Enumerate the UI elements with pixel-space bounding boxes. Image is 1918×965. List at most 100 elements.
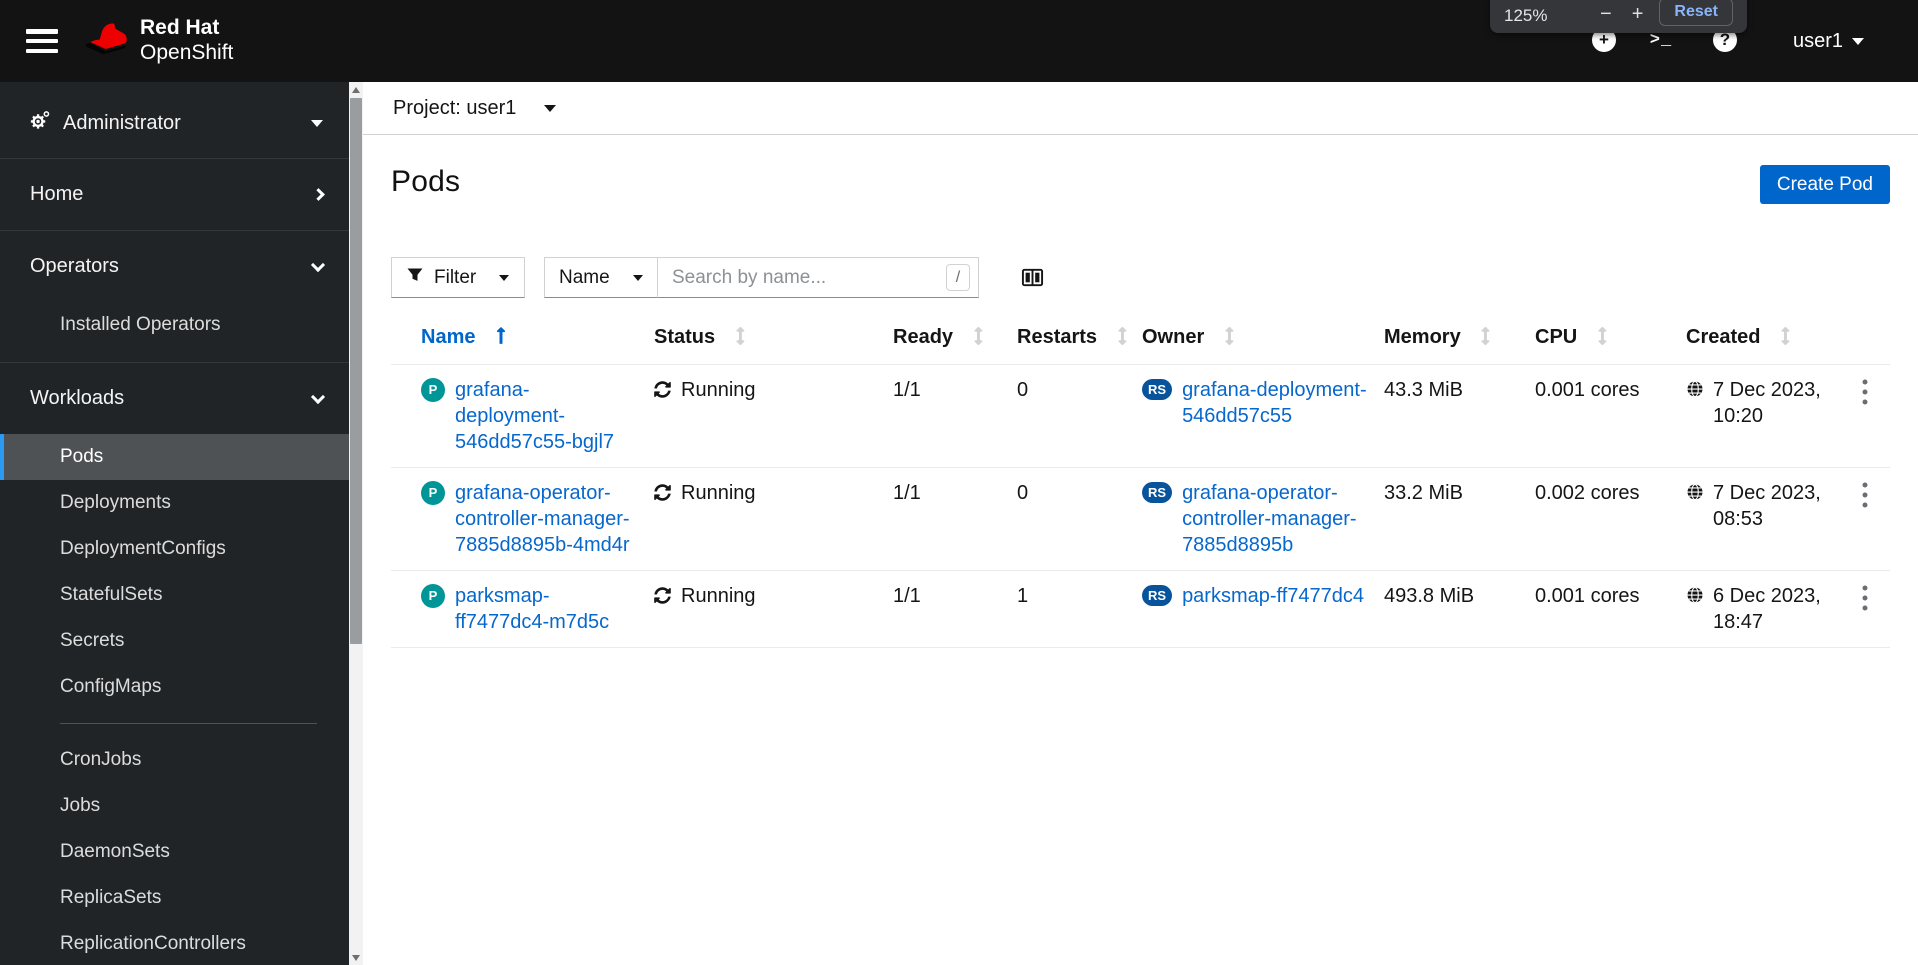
sidebar-item-deploymentconfigs[interactable]: DeploymentConfigs — [0, 526, 349, 572]
sidebar-item-secrets[interactable]: Secrets — [0, 618, 349, 664]
sidebar-item-jobs[interactable]: Jobs — [0, 783, 349, 829]
filter-funnel-icon — [407, 267, 423, 289]
restarts-value: 0 — [1017, 379, 1029, 401]
zoom-reset-button[interactable]: Reset — [1659, 0, 1733, 26]
globe-timestamp-icon — [1686, 480, 1704, 508]
sidebar-group-operators[interactable]: Operators — [0, 231, 349, 302]
status-text: Running — [681, 379, 756, 401]
search-field-wrap: / — [657, 257, 979, 298]
manage-columns-button[interactable] — [1021, 266, 1044, 289]
column-header-actions — [1848, 318, 1890, 365]
filter-dropdown[interactable]: Filter — [391, 257, 525, 298]
browser-zoom-bubble: 125% − + Reset — [1490, 0, 1747, 33]
scrollbar-thumb[interactable] — [350, 98, 362, 644]
sidebar-item-daemonsets[interactable]: DaemonSets — [0, 829, 349, 875]
ready-value: 1/1 — [893, 482, 921, 504]
created-value: 7 Dec 2023, 10:20 — [1713, 379, 1821, 427]
sort-arrow-up-icon — [496, 326, 506, 351]
create-pod-button[interactable]: Create Pod — [1759, 165, 1890, 204]
sidebar-item-pods[interactable]: Pods — [0, 434, 349, 480]
filter-label: Filter — [434, 266, 477, 288]
nav-toggle-icon[interactable] — [26, 29, 58, 53]
redhat-fedora-icon — [82, 22, 129, 60]
pod-badge: P — [421, 378, 445, 402]
chevron-down-icon — [499, 274, 509, 281]
gear-icon — [28, 109, 51, 138]
filter-toolbar: Filter Name / — [391, 257, 1890, 298]
sidebar-group-workloads[interactable]: Workloads — [0, 363, 349, 434]
openshift-logo[interactable]: Red Hat OpenShift — [82, 16, 233, 66]
brand-text: Red Hat OpenShift — [140, 16, 233, 66]
cpu-value: 0.001 cores — [1535, 585, 1640, 607]
sidebar-item-home[interactable]: Home — [0, 159, 349, 230]
user-menu[interactable]: user1 — [1793, 0, 1865, 82]
pod-badge: P — [421, 584, 445, 608]
sort-both-icon — [1118, 326, 1127, 351]
sort-both-icon — [736, 326, 745, 351]
zoom-out-button[interactable]: − — [1590, 3, 1622, 26]
sort-both-icon — [1225, 326, 1234, 351]
sidebar-item-replicationcontrollers[interactable]: ReplicationControllers — [0, 921, 349, 965]
restarts-value: 0 — [1017, 482, 1029, 504]
restarts-value: 1 — [1017, 585, 1029, 607]
memory-value: 33.2 MiB — [1384, 482, 1463, 504]
project-label: Project: user1 — [393, 96, 517, 119]
owner-link[interactable]: grafana-operator-controller-manager-7885… — [1182, 480, 1368, 558]
zoom-in-button[interactable]: + — [1622, 3, 1654, 26]
sidebar-item-cronjobs[interactable]: CronJobs — [0, 737, 349, 783]
pod-link[interactable]: grafana-operator-controller-manager-7885… — [455, 480, 638, 558]
pod-link[interactable]: grafana-deployment-546dd57c55-bgjl7 — [455, 377, 638, 455]
column-header-memory[interactable]: Memory — [1376, 318, 1527, 365]
sidebar: Administrator Home Operators Installed O… — [0, 82, 363, 965]
owner-link[interactable]: parksmap-ff7477dc4 — [1182, 583, 1364, 609]
globe-timestamp-icon — [1686, 583, 1704, 611]
sidebar-item-installed-operators[interactable]: Installed Operators — [0, 302, 349, 348]
sort-both-icon — [1598, 326, 1607, 351]
column-header-cpu[interactable]: CPU — [1527, 318, 1678, 365]
workloads-label: Workloads — [30, 387, 125, 409]
chevron-down-icon — [633, 274, 643, 281]
ready-value: 1/1 — [893, 379, 921, 401]
status-text: Running — [681, 585, 756, 607]
sidebar-scrollbar[interactable] — [349, 82, 363, 965]
perspective-label: Administrator — [63, 111, 181, 134]
search-type-select[interactable]: Name — [544, 257, 657, 298]
masthead: Red Hat OpenShift + >_ ? user1 125% − + … — [0, 0, 1918, 82]
chevron-down-icon — [544, 104, 557, 112]
sidebar-item-deployments[interactable]: Deployments — [0, 480, 349, 526]
owner-link[interactable]: grafana-deployment-546dd57c55 — [1182, 377, 1368, 429]
slash-shortcut-hint: / — [946, 264, 970, 291]
page-title: Pods — [391, 165, 461, 198]
column-header-restarts[interactable]: Restarts — [1009, 318, 1134, 365]
replicaset-badge: RS — [1142, 585, 1173, 606]
sync-running-icon — [654, 583, 671, 611]
operators-label: Operators — [30, 255, 119, 277]
table-row: P grafana-operator-controller-manager-78… — [391, 467, 1890, 571]
main-content: Project: user1 Pods Create Pod Filter Na… — [363, 82, 1918, 965]
column-header-status[interactable]: Status — [646, 318, 885, 365]
column-header-name[interactable]: Name — [391, 318, 646, 365]
sidebar-item-configmaps[interactable]: ConfigMaps — [0, 664, 349, 710]
column-header-owner[interactable]: Owner — [1134, 318, 1376, 365]
scroll-up-icon[interactable] — [349, 82, 363, 97]
kebab-menu-icon[interactable] — [1856, 480, 1874, 513]
sidebar-item-statefulsets[interactable]: StatefulSets — [0, 572, 349, 618]
column-header-ready[interactable]: Ready — [885, 318, 1009, 365]
memory-value: 493.8 MiB — [1384, 585, 1475, 607]
kebab-menu-icon[interactable] — [1856, 377, 1874, 410]
project-dropdown[interactable]: Project: user1 — [363, 82, 1918, 135]
pod-link[interactable]: parksmap-ff7477dc4-m7d5c — [455, 583, 638, 635]
cpu-value: 0.002 cores — [1535, 482, 1640, 504]
replicaset-badge: RS — [1142, 379, 1173, 400]
perspective-switcher[interactable]: Administrator — [0, 82, 349, 158]
username: user1 — [1793, 29, 1844, 52]
search-input[interactable] — [657, 257, 979, 298]
globe-timestamp-icon — [1686, 377, 1704, 405]
sidebar-item-replicasets[interactable]: ReplicaSets — [0, 875, 349, 921]
cpu-value: 0.001 cores — [1535, 379, 1640, 401]
kebab-menu-icon[interactable] — [1856, 583, 1874, 616]
chevron-down-icon — [1852, 37, 1865, 45]
column-header-created[interactable]: Created — [1678, 318, 1848, 365]
scroll-down-icon[interactable] — [349, 950, 363, 965]
sort-both-icon — [974, 326, 983, 351]
